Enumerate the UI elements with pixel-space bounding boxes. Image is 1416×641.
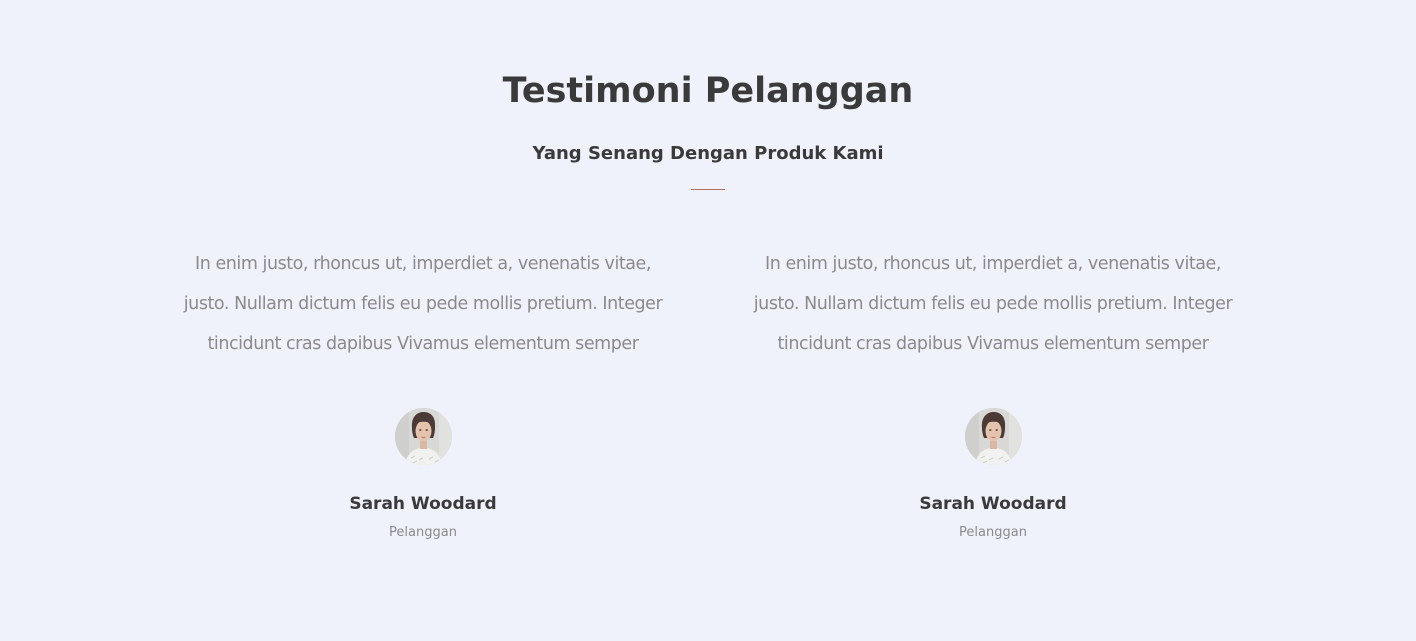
- quote-line: tincidunt cras dapibus Vivamus elementum…: [777, 334, 1209, 354]
- testimonial-name: Sarah Woodard: [919, 494, 1067, 514]
- testimonial-quote: In enim justo, rhoncus ut, imperdiet a, …: [163, 244, 683, 364]
- testimonial-card: In enim justo, rhoncus ut, imperdiet a, …: [733, 244, 1253, 540]
- testimonial-name: Sarah Woodard: [349, 494, 497, 514]
- title-divider: [691, 189, 725, 190]
- quote-line: In enim justo, rhoncus ut, imperdiet a, …: [765, 254, 1221, 274]
- quote-line: In enim justo, rhoncus ut, imperdiet a, …: [195, 254, 651, 274]
- section-title: Testimoni Pelanggan: [502, 71, 914, 111]
- testimonial-quote: In enim justo, rhoncus ut, imperdiet a, …: [733, 244, 1253, 364]
- avatar: [965, 408, 1022, 465]
- woman-portrait-avatar-icon: [395, 408, 452, 465]
- testimonial-role: Pelanggan: [389, 525, 457, 540]
- quote-line: justo. Nullam dictum felis eu pede molli…: [753, 294, 1233, 314]
- woman-portrait-avatar-icon: [965, 408, 1022, 465]
- quote-line: tincidunt cras dapibus Vivamus elementum…: [207, 334, 639, 354]
- avatar: [395, 408, 452, 465]
- testimonial-role: Pelanggan: [959, 525, 1027, 540]
- section-subtitle: Yang Senang Dengan Produk Kami: [532, 143, 884, 164]
- testimonials-section: Testimoni Pelanggan Yang Senang Dengan P…: [0, 0, 1416, 641]
- quote-line: justo. Nullam dictum felis eu pede molli…: [183, 294, 663, 314]
- testimonial-card: In enim justo, rhoncus ut, imperdiet a, …: [163, 244, 683, 540]
